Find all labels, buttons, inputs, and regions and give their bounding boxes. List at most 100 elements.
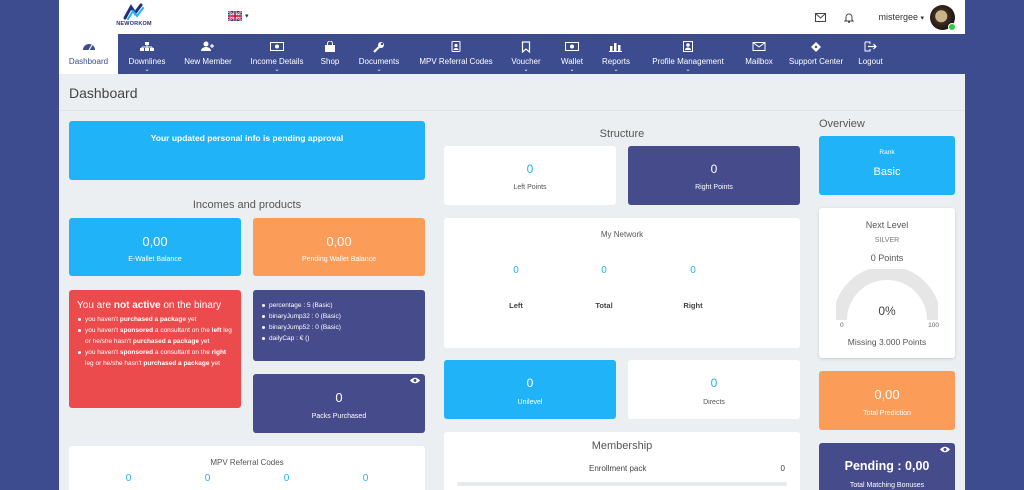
nav-item-label: Documents — [358, 57, 400, 66]
mail-icon[interactable] — [815, 12, 827, 22]
right-points-card: 0 Right Points — [628, 146, 800, 205]
prediction-value: 0,00 — [874, 387, 900, 402]
bell-icon[interactable] — [844, 12, 855, 23]
mpv-code-value: 0 — [204, 473, 211, 484]
dashboard-icon — [82, 44, 95, 51]
nav-item-shop[interactable]: Shop — [314, 34, 346, 74]
overview-title: Overview — [819, 118, 865, 130]
packs-purchased-card: 0 Packs Purchased — [253, 374, 425, 433]
prediction-label: Total Prediction — [863, 410, 911, 417]
bookmark-icon — [521, 41, 531, 53]
pending-approval-alert: Your updated personal info is pending ap… — [69, 121, 425, 180]
nav-item-wallet[interactable]: Wallet ⌄ — [552, 34, 592, 74]
nav-item-label: Profile Management — [652, 57, 724, 66]
nav-item-income-details[interactable]: Income Details ⌄ — [240, 34, 314, 74]
nav-item-documents[interactable]: Documents ⌄ — [346, 34, 412, 74]
chevron-down-icon: ⌄ — [523, 67, 529, 73]
nav-item-label: Shop — [320, 57, 340, 66]
shopping-bag-icon — [325, 41, 335, 52]
binary-param-item: percentage : 5 (Basic) — [261, 300, 419, 311]
total-prediction-card: 0,00 Total Prediction — [819, 371, 955, 430]
left-points-card: 0 Left Points — [444, 146, 616, 205]
enrollment-progress-bar — [457, 482, 787, 486]
wallet-icon — [565, 42, 579, 51]
network-right-label: Right — [683, 301, 703, 310]
structure-title: Structure — [599, 128, 645, 140]
pending-wallet-card: 0,00 Pending Wallet Balance — [253, 218, 425, 276]
ewallet-balance-card: 0,00 E-Wallet Balance — [69, 218, 241, 276]
ewallet-label: E-Wallet Balance — [128, 256, 182, 263]
binary-requirement-item: you haven't sponsored a consultant on th… — [77, 325, 235, 347]
directs-card: 0 Directs — [628, 360, 800, 419]
chevron-down-icon: ▾ — [245, 13, 249, 20]
logo[interactable]: NEWORKOM — [115, 3, 153, 27]
nav-item-mailbox[interactable]: Mailbox — [736, 34, 782, 74]
pending-approval-text: Your updated personal info is pending ap… — [150, 133, 344, 143]
mpv-title: MPV Referral Codes — [210, 458, 284, 467]
unilevel-card: 0 Unilevel — [444, 360, 616, 419]
network-title: My Network — [600, 230, 644, 239]
next-level-points: 0 Points — [870, 253, 904, 263]
directs-value: 0 — [710, 376, 718, 390]
chevron-down-icon: ⌄ — [274, 67, 280, 73]
divider — [59, 110, 965, 111]
binary-param-item: binaryJump52 : 0 (Basic) — [261, 322, 419, 333]
chevron-down-icon: ⌄ — [613, 67, 619, 73]
nav-item-mpv-referral-codes[interactable]: MPV Referral Codes — [412, 34, 500, 74]
bar-chart-icon — [609, 43, 622, 52]
chevron-down-icon: ⌄ — [685, 67, 691, 73]
matching-value: Pending : 0,00 — [844, 459, 930, 473]
nav-item-dashboard[interactable]: Dashboard — [59, 34, 118, 74]
gauge-max: 100 — [928, 322, 939, 329]
language-selector[interactable]: ▾ — [228, 11, 249, 21]
rank-value: Basic — [873, 166, 901, 178]
chevron-down-icon: ⌄ — [376, 67, 382, 73]
right-points-value: 0 — [710, 162, 718, 176]
sitemap-icon — [140, 42, 154, 51]
missing-points: Missing 3.000 Points — [847, 337, 927, 347]
binary-params-card: percentage : 5 (Basic) binaryJump32 : 0 (… — [253, 290, 425, 361]
nav-item-new-member[interactable]: New Member — [176, 34, 240, 74]
user-menu[interactable]: mistergee ▾ — [878, 12, 924, 22]
nav-item-voucher[interactable]: Voucher ⌄ — [500, 34, 552, 74]
money-icon — [270, 42, 284, 51]
wrench-icon — [373, 42, 384, 53]
nav-item-label: Downlines — [128, 57, 166, 66]
nav-item-downlines[interactable]: Downlines ⌄ — [118, 34, 176, 74]
incomes-title: Incomes and products — [192, 199, 302, 211]
binary-params-list: percentage : 5 (Basic) binaryJump32 : 0 (… — [261, 300, 419, 344]
uk-flag-icon — [228, 11, 242, 21]
mpv-codes-card: MPV Referral Codes 0 0 0 0 — [69, 446, 425, 490]
app-window: NEWORKOM ▾ mistergee ▾ Dashboard Downline… — [59, 0, 965, 490]
nav-item-reports[interactable]: Reports ⌄ — [592, 34, 640, 74]
mpv-code-value: 0 — [125, 473, 132, 484]
nav-item-logout[interactable]: Logout — [850, 34, 891, 74]
envelope-icon — [752, 42, 766, 51]
binary-param-item: dailyCap : € () — [261, 333, 419, 344]
nav-item-label: Logout — [858, 57, 883, 66]
avatar[interactable] — [930, 4, 956, 31]
enrollment-pack-label: Enrollment pack — [589, 464, 647, 473]
binary-requirement-item: you haven't purchased a package yet — [77, 314, 235, 325]
network-left-value: 0 — [513, 265, 519, 276]
eye-icon[interactable] — [940, 446, 950, 453]
binary-status-card: You are not active on the binary you hav… — [69, 290, 241, 408]
network-total-label: Total — [595, 301, 613, 310]
rank-label: Rank — [879, 149, 895, 156]
eye-icon[interactable] — [410, 377, 420, 384]
packs-value: 0 — [335, 390, 343, 405]
matching-bonuses-card: Pending : 0,00 Total Matching Bonuses — [819, 443, 955, 490]
ticket-icon — [811, 42, 821, 52]
right-points-label: Right Points — [695, 184, 733, 191]
nav-item-label: Voucher — [511, 57, 541, 66]
next-level-name: SILVER — [874, 237, 900, 244]
pending-wallet-label: Pending Wallet Balance — [301, 256, 377, 263]
binary-status-title: You are not active on the binary — [77, 300, 222, 311]
nav-item-profile-management[interactable]: Profile Management ⌄ — [640, 34, 736, 74]
chevron-down-icon: ⌄ — [144, 67, 150, 73]
binary-requirement-item: you haven't sponsored a consultant on th… — [77, 347, 235, 369]
nav-item-support-center[interactable]: Support Center — [782, 34, 850, 74]
page-title: Dashboard — [69, 85, 138, 101]
left-points-label: Left Points — [513, 184, 547, 191]
logo-text: NEWORKOM — [116, 21, 152, 27]
